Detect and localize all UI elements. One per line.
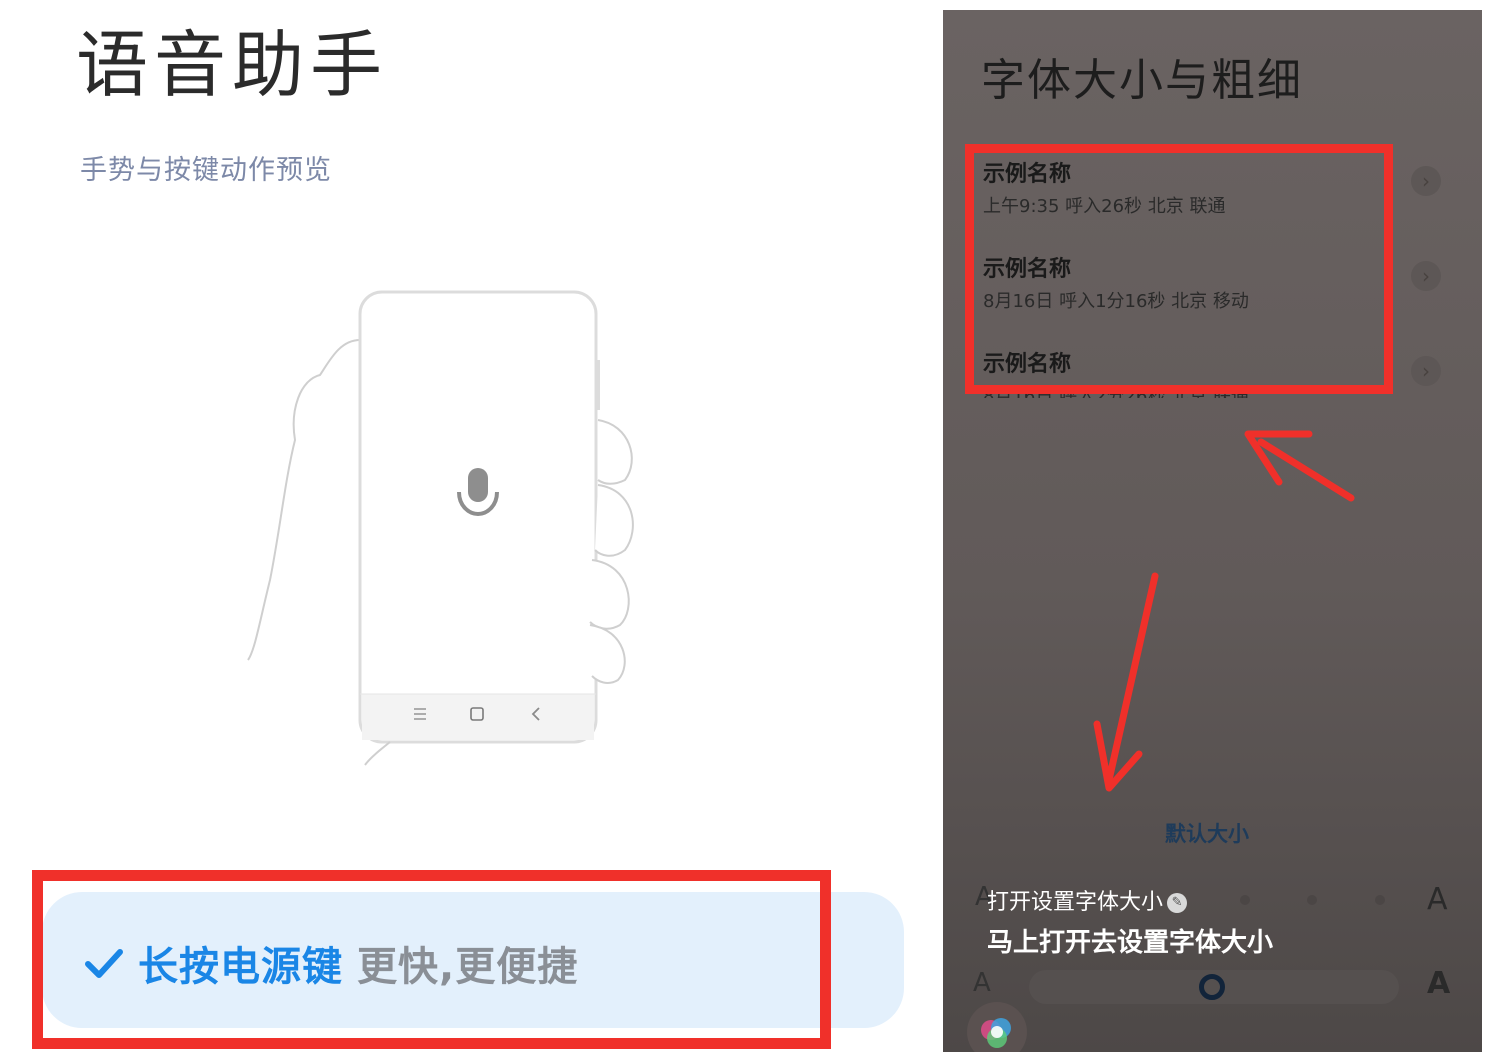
annotation-highlight-box	[32, 870, 831, 1049]
composite-screenshot: 语音助手 手势与按键动作预览 长按电源键 更快,更便捷 字体大小与粗细 示例名称…	[0, 0, 1492, 1062]
slider-step-dot	[1307, 895, 1317, 905]
section-subtitle: 手势与按键动作预览	[80, 155, 332, 186]
assistant-orb-icon[interactable]	[965, 1000, 1029, 1052]
font-settings-panel: 字体大小与粗细 示例名称 上午9:35 呼入26秒 北京 联通 › 示例名称 8…	[943, 10, 1482, 1052]
slider-step-dot	[1375, 895, 1385, 905]
edit-icon[interactable]: ✎	[1167, 893, 1188, 913]
home-icon	[470, 707, 484, 721]
menu-icon	[414, 708, 426, 720]
slider-step-dot	[1240, 895, 1250, 905]
back-icon	[531, 707, 540, 721]
font-large-label: A	[1427, 882, 1448, 917]
voice-query-label: 打开设置字体大小	[987, 890, 1164, 915]
page-title: 语音助手	[76, 23, 389, 107]
font-small-label: A	[973, 968, 991, 998]
font-large-label: A	[1427, 966, 1451, 1001]
default-size-label[interactable]: 默认大小	[1165, 818, 1249, 848]
hand-holding-phone-illustration	[247, 290, 634, 766]
microphone-icon	[457, 468, 499, 517]
voice-query-text: 打开设置字体大小 ✎	[987, 884, 1188, 916]
slider-knob[interactable]	[1199, 974, 1225, 1000]
voice-reply-text: 马上打开去设置字体大小	[987, 928, 1274, 958]
